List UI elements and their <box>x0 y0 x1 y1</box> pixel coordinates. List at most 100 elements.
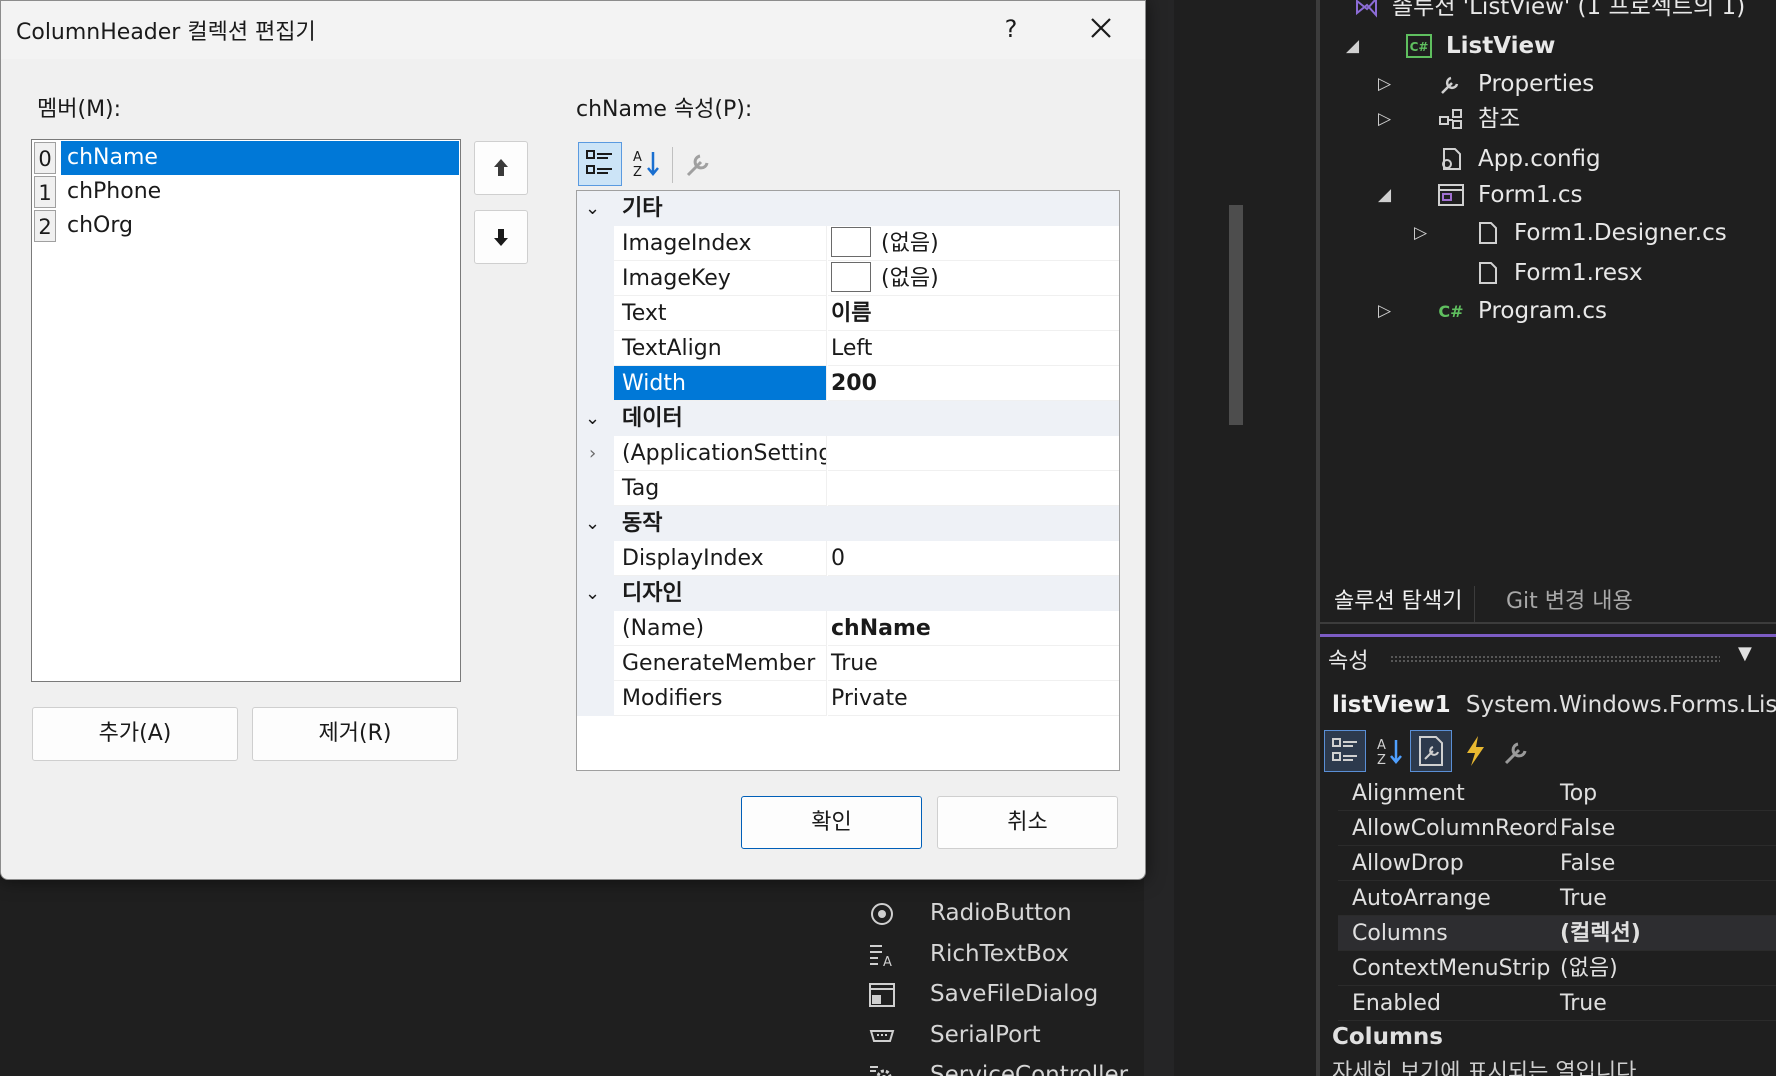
property-value[interactable]: True <box>828 646 1119 681</box>
chevron-down-icon[interactable]: ⌄ <box>585 506 609 541</box>
tab-solution-explorer[interactable]: 솔루션 탐색기 <box>1322 586 1476 624</box>
property-name: AllowColumnReorder <box>1352 816 1556 841</box>
move-up-button[interactable] <box>474 141 528 195</box>
expanded-arrow-icon[interactable]: ◢ <box>1378 178 1398 212</box>
property-row-imagekey[interactable]: ImageKey (없음) <box>577 261 1119 296</box>
wrench-icon <box>1504 742 1527 765</box>
tree-item-label: Form1.Designer.cs <box>1514 220 1727 246</box>
cancel-button[interactable]: 취소 <box>937 796 1118 849</box>
property-row[interactable]: AutoArrange True <box>1338 881 1776 916</box>
property-row-displayindex[interactable]: DisplayIndex 0 <box>577 541 1119 576</box>
chevron-down-icon[interactable]: ⌄ <box>585 401 609 436</box>
member-item-chorg[interactable]: 2 chOrg <box>33 209 459 243</box>
drag-grip[interactable] <box>1390 655 1720 663</box>
property-row-tag[interactable]: Tag <box>577 471 1119 506</box>
members-list[interactable]: 0 chName 1 chPhone 2 chOrg <box>31 139 461 682</box>
remove-button[interactable]: 제거(R) <box>252 707 458 761</box>
property-value[interactable]: True <box>1560 986 1607 1021</box>
property-name: Width <box>614 366 827 401</box>
category-misc[interactable]: ⌄ 기타 <box>577 191 1119 226</box>
property-row-selected[interactable]: Columns (컬렉션) <box>1338 916 1776 951</box>
property-row[interactable]: ContextMenuStrip (없음) <box>1338 951 1776 986</box>
property-row-text[interactable]: Text 이름 <box>577 296 1119 331</box>
categorized-button[interactable] <box>1324 730 1366 772</box>
collapsed-arrow-icon[interactable]: ▷ <box>1378 67 1398 101</box>
property-value[interactable]: 0 <box>828 541 1119 576</box>
property-row-generatemember[interactable]: GenerateMember True <box>577 646 1119 681</box>
category-behavior[interactable]: ⌄ 동작 <box>577 506 1119 541</box>
description-text: 자세히 보기에 표시되는 열입니다. <box>1332 1060 1644 1076</box>
chevron-right-icon[interactable]: › <box>589 436 596 471</box>
expanded-arrow-icon[interactable]: ◢ <box>1346 29 1366 63</box>
solution-explorer: 솔루션 'ListView' (1 프로젝트의 1) ◢ C# ListView… <box>1320 0 1776 630</box>
property-row-width[interactable]: Width 200 <box>577 366 1119 401</box>
property-value[interactable]: Top <box>1560 776 1597 811</box>
svg-text:C#: C# <box>1410 40 1429 54</box>
sort-az-icon: A Z <box>1377 738 1402 768</box>
member-index: 1 <box>34 176 56 208</box>
property-value[interactable]: 200 <box>828 366 1119 401</box>
collapsed-arrow-icon[interactable]: ▷ <box>1378 102 1398 136</box>
property-value[interactable] <box>828 436 1119 471</box>
add-button[interactable]: 추가(A) <box>32 707 238 761</box>
member-item-chname[interactable]: 0 chName <box>33 141 459 175</box>
property-pages-button[interactable] <box>1496 730 1538 772</box>
dropdown-arrow-icon[interactable]: ▼ <box>1738 643 1752 664</box>
property-row-textalign[interactable]: TextAlign Left <box>577 331 1119 366</box>
file-icon <box>1479 222 1497 244</box>
property-row-name[interactable]: (Name) chName <box>577 611 1119 646</box>
editor-scrollbar[interactable] <box>1229 205 1243 425</box>
property-value[interactable]: (컬렉션) <box>1560 916 1641 951</box>
member-item-chphone[interactable]: 1 chPhone <box>33 175 459 209</box>
toolbox-item-label: SaveFileDialog <box>930 981 1099 1007</box>
arrow-down-icon <box>494 229 508 246</box>
property-value[interactable]: Private <box>828 681 1119 716</box>
property-value[interactable]: False <box>1560 811 1615 846</box>
property-value[interactable]: 이름 <box>828 296 1119 331</box>
property-row[interactable]: AllowDrop False <box>1338 846 1776 881</box>
property-row-imageindex[interactable]: ImageIndex (없음) <box>577 226 1119 261</box>
property-value-text: (없음) <box>881 231 939 256</box>
toolbar-separator <box>672 147 673 183</box>
property-row[interactable]: AllowColumnReorderFalse <box>1338 811 1776 846</box>
property-row-modifiers[interactable]: Modifiers Private <box>577 681 1119 716</box>
tab-git-changes[interactable]: Git 변경 내용 <box>1494 586 1645 624</box>
alphabetical-button[interactable]: A Z <box>625 142 669 186</box>
property-value[interactable] <box>828 471 1119 506</box>
dialog-titlebar[interactable]: ColumnHeader 컬렉션 편집기 ? <box>1 1 1145 59</box>
ok-button[interactable]: 확인 <box>741 796 922 849</box>
move-down-button[interactable] <box>474 210 528 264</box>
property-value[interactable]: chName <box>828 611 1119 646</box>
property-value[interactable]: Left <box>828 331 1119 366</box>
property-name: Alignment <box>1352 781 1465 806</box>
collapsed-arrow-icon[interactable]: ▷ <box>1378 294 1398 328</box>
property-value[interactable]: (없음) <box>828 226 1119 261</box>
object-selector[interactable]: listView1 System.Windows.Forms.ListView <box>1320 684 1776 726</box>
help-button[interactable]: ? <box>991 9 1031 49</box>
category-label: 디자인 <box>622 581 683 606</box>
property-row[interactable]: Enabled True <box>1338 986 1776 1021</box>
property-value[interactable]: False <box>1560 846 1615 881</box>
category-design[interactable]: ⌄ 디자인 <box>577 576 1119 611</box>
category-data[interactable]: ⌄ 데이터 <box>577 401 1119 436</box>
close-button[interactable] <box>1073 7 1129 51</box>
property-pages-button[interactable] <box>678 142 722 186</box>
property-name: AutoArrange <box>1352 886 1491 911</box>
chevron-down-icon[interactable]: ⌄ <box>585 576 609 611</box>
property-value[interactable]: True <box>1560 881 1607 916</box>
collapsed-arrow-icon[interactable]: ▷ <box>1414 216 1434 250</box>
property-row[interactable]: Alignment Top <box>1338 776 1776 811</box>
categorized-button[interactable] <box>578 142 622 186</box>
events-button[interactable] <box>1454 730 1496 772</box>
property-value[interactable]: (없음) <box>1560 951 1618 986</box>
chevron-down-icon[interactable]: ⌄ <box>585 191 609 226</box>
row-gutter <box>577 541 614 576</box>
close-icon <box>1091 18 1111 38</box>
alphabetical-button[interactable]: A Z <box>1368 730 1410 772</box>
row-gutter <box>577 471 614 506</box>
property-value[interactable]: (없음) <box>828 261 1119 296</box>
toolbox-item-label: SerialPort <box>930 1022 1041 1048</box>
property-name: Tag <box>614 471 827 506</box>
properties-button[interactable] <box>1410 730 1452 772</box>
property-row-applicationsettings[interactable]: › (ApplicationSettings) <box>577 436 1119 471</box>
